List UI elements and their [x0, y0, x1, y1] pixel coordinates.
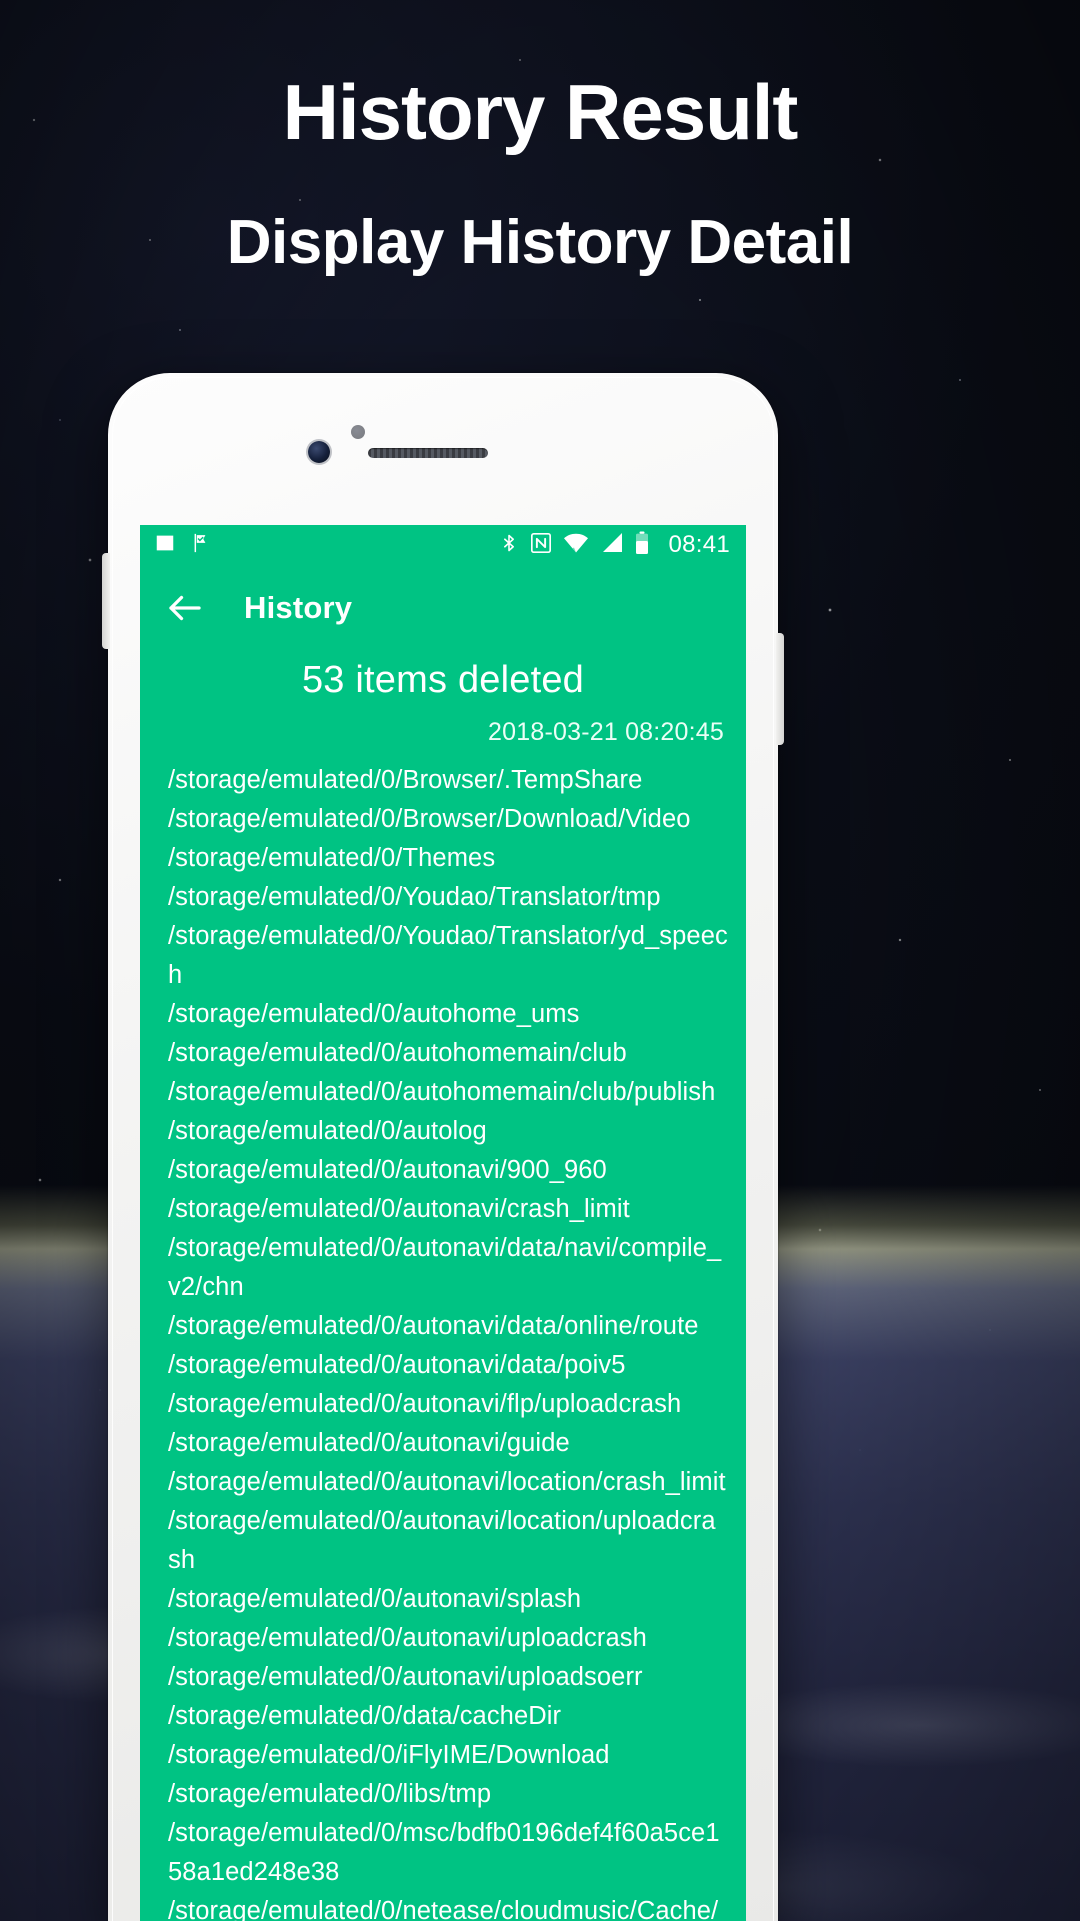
status-bar-system-icons: 08:41: [499, 531, 730, 560]
front-camera-icon: [308, 441, 330, 463]
promo-title: History Result: [282, 68, 799, 156]
flag-check-icon: [190, 532, 212, 559]
signal-icon: [600, 532, 624, 559]
path-list-item: /storage/emulated/0/autonavi/splash: [168, 1585, 582, 1613]
path-list-item: /storage/emulated/0/autohome_ums: [168, 1000, 580, 1028]
path-list-item: /storage/emulated/0/autonavi/data/online…: [168, 1312, 699, 1340]
path-list-item: /storage/emulated/0/autonavi/data/navi/c…: [168, 1234, 722, 1301]
wifi-icon: [563, 532, 589, 559]
back-arrow-icon[interactable]: [164, 587, 206, 629]
path-list-item: /storage/emulated/0/Youdao/Translator/yd…: [168, 922, 728, 989]
path-list-item: /storage/emulated/0/libs/tmp: [168, 1780, 492, 1808]
earpiece-speaker-icon: [368, 448, 488, 458]
path-list-item: /storage/emulated/0/netease/cloudmusic/C…: [168, 1897, 719, 1921]
deleted-items-summary: 53 items deleted: [301, 659, 585, 701]
path-list-item: /storage/emulated/0/iFlyIME/Download: [168, 1741, 610, 1769]
path-list-item: /storage/emulated/0/Browser/.TempShare: [168, 766, 643, 794]
path-list-item: /storage/emulated/0/autonavi/location/up…: [168, 1507, 716, 1574]
proximity-sensor-icon: [351, 425, 365, 439]
path-list-item: /storage/emulated/0/autonavi/uploadcrash: [168, 1624, 647, 1652]
path-list-item: /storage/emulated/0/autonavi/location/cr…: [168, 1468, 726, 1496]
app-bar: History: [140, 565, 746, 651]
status-bar-notifications: [154, 532, 212, 559]
promo-header: History Result Display History Detail: [0, 0, 1080, 275]
path-list-item: /storage/emulated/0/autolog: [168, 1117, 487, 1145]
image-icon: [154, 532, 176, 559]
path-list-item: /storage/emulated/0/autohomemain/club: [168, 1039, 627, 1067]
status-bar-clock: 08:41: [668, 531, 730, 558]
promo-screenshot: History Result Display History Detail 08…: [0, 0, 1080, 1921]
path-list-item: /storage/emulated/0/autonavi/flp/uploadc…: [168, 1390, 682, 1418]
path-list-item: /storage/emulated/0/data/cacheDir: [168, 1702, 562, 1730]
page-title: History: [244, 590, 353, 625]
deleted-paths-list[interactable]: /storage/emulated/0/Browser/.TempShare/s…: [140, 761, 746, 1921]
phone-screen: 08:41 History 53 items deleted 2018-03-2…: [140, 525, 746, 1921]
bluetooth-icon: [499, 531, 519, 560]
path-list-item: /storage/emulated/0/Themes: [168, 844, 496, 872]
path-list-item: /storage/emulated/0/autonavi/900_960: [168, 1156, 607, 1184]
path-list-item: /storage/emulated/0/autohomemain/club/pu…: [168, 1078, 716, 1106]
power-button[interactable]: [776, 633, 784, 745]
path-list-item: /storage/emulated/0/autonavi/uploadsoerr: [168, 1663, 643, 1691]
battery-icon: [635, 531, 649, 560]
path-list-item: /storage/emulated/0/autonavi/crash_limit: [168, 1195, 630, 1223]
path-list-item: /storage/emulated/0/autonavi/data/poiv5: [168, 1351, 626, 1379]
status-bar: 08:41: [140, 525, 746, 565]
path-list-item: /storage/emulated/0/autonavi/guide: [168, 1429, 570, 1457]
volume-button[interactable]: [102, 553, 110, 649]
history-timestamp: 2018-03-21 08:20:45: [488, 718, 724, 746]
path-list-item: /storage/emulated/0/Browser/Download/Vid…: [168, 805, 691, 833]
phone-mockup: 08:41 History 53 items deleted 2018-03-2…: [102, 373, 784, 1921]
path-list-item: /storage/emulated/0/msc/bdfb0196def4f60a…: [168, 1819, 720, 1886]
path-list-item: /storage/emulated/0/Youdao/Translator/tm…: [168, 883, 661, 911]
nfc-icon: [530, 532, 552, 559]
promo-subtitle: Display History Detail: [226, 207, 854, 277]
